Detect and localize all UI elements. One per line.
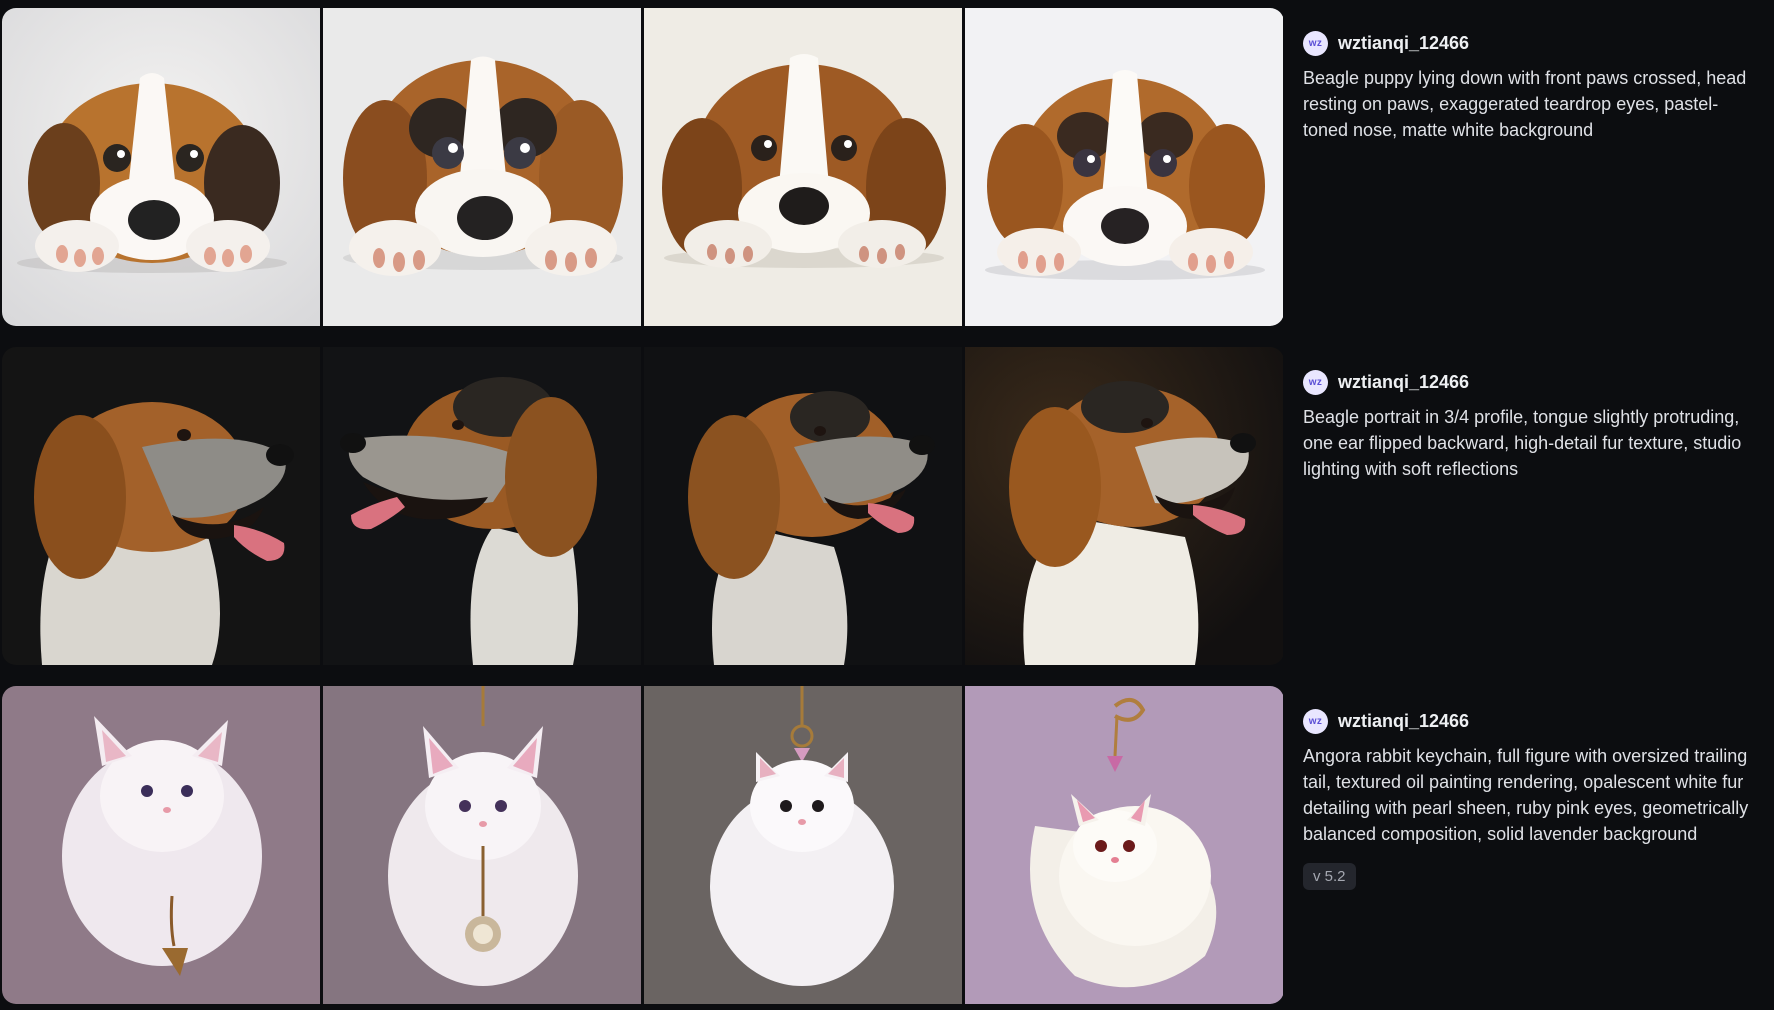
post-meta: wz wztianqi_12466 Angora rabbit keychain… [1303, 708, 1763, 890]
post-row-2: wz wztianqi_12466 Beagle portrait in 3/4… [0, 347, 1774, 665]
beagle-puppy-image [2, 8, 320, 326]
rabbit-keychain-image [323, 686, 641, 1004]
username[interactable]: wztianqi_12466 [1338, 372, 1469, 393]
post-row-3: wz wztianqi_12466 Angora rabbit keychain… [0, 686, 1774, 1004]
rabbit-keychain-image [2, 686, 320, 1004]
beagle-portrait-image [965, 347, 1283, 665]
image-tile-3[interactable] [644, 686, 962, 1004]
beagle-portrait-image [323, 347, 641, 665]
beagle-portrait-image [2, 347, 320, 665]
rabbit-keychain-image [965, 686, 1283, 1004]
image-tile-2[interactable] [323, 8, 641, 326]
image-tile-4[interactable] [965, 686, 1283, 1004]
image-grid [2, 686, 1284, 1004]
image-grid [2, 8, 1284, 326]
image-tile-4[interactable] [965, 8, 1283, 326]
prompt-text: Beagle puppy lying down with front paws … [1303, 68, 1747, 140]
version-badge: v 5.2 [1303, 863, 1356, 890]
beagle-puppy-image [323, 8, 641, 326]
prompt-text: Beagle portrait in 3/4 profile, tongue s… [1303, 407, 1742, 479]
author-info[interactable]: wz wztianqi_12466 [1303, 30, 1763, 56]
author-info[interactable]: wz wztianqi_12466 [1303, 369, 1763, 395]
beagle-puppy-image [965, 8, 1283, 326]
beagle-portrait-image [644, 347, 962, 665]
username[interactable]: wztianqi_12466 [1338, 33, 1469, 54]
image-tile-3[interactable] [644, 8, 962, 326]
image-tile-1[interactable] [2, 686, 320, 1004]
rabbit-keychain-image [644, 686, 962, 1004]
username[interactable]: wztianqi_12466 [1338, 711, 1469, 732]
prompt-text: Angora rabbit keychain, full figure with… [1303, 746, 1749, 844]
author-info[interactable]: wz wztianqi_12466 [1303, 708, 1763, 734]
image-grid [2, 347, 1284, 665]
post-meta: wz wztianqi_12466 Beagle puppy lying dow… [1303, 30, 1763, 143]
avatar[interactable]: wz [1303, 30, 1328, 56]
image-tile-3[interactable] [644, 347, 962, 665]
image-tile-2[interactable] [323, 686, 641, 1004]
image-tile-4[interactable] [965, 347, 1283, 665]
image-tile-2[interactable] [323, 347, 641, 665]
image-tile-1[interactable] [2, 347, 320, 665]
avatar[interactable]: wz [1303, 708, 1328, 734]
image-tile-1[interactable] [2, 8, 320, 326]
post-meta: wz wztianqi_12466 Beagle portrait in 3/4… [1303, 369, 1763, 482]
beagle-puppy-image [644, 8, 962, 326]
avatar[interactable]: wz [1303, 369, 1328, 395]
post-row-1: wz wztianqi_12466 Beagle puppy lying dow… [0, 8, 1774, 326]
